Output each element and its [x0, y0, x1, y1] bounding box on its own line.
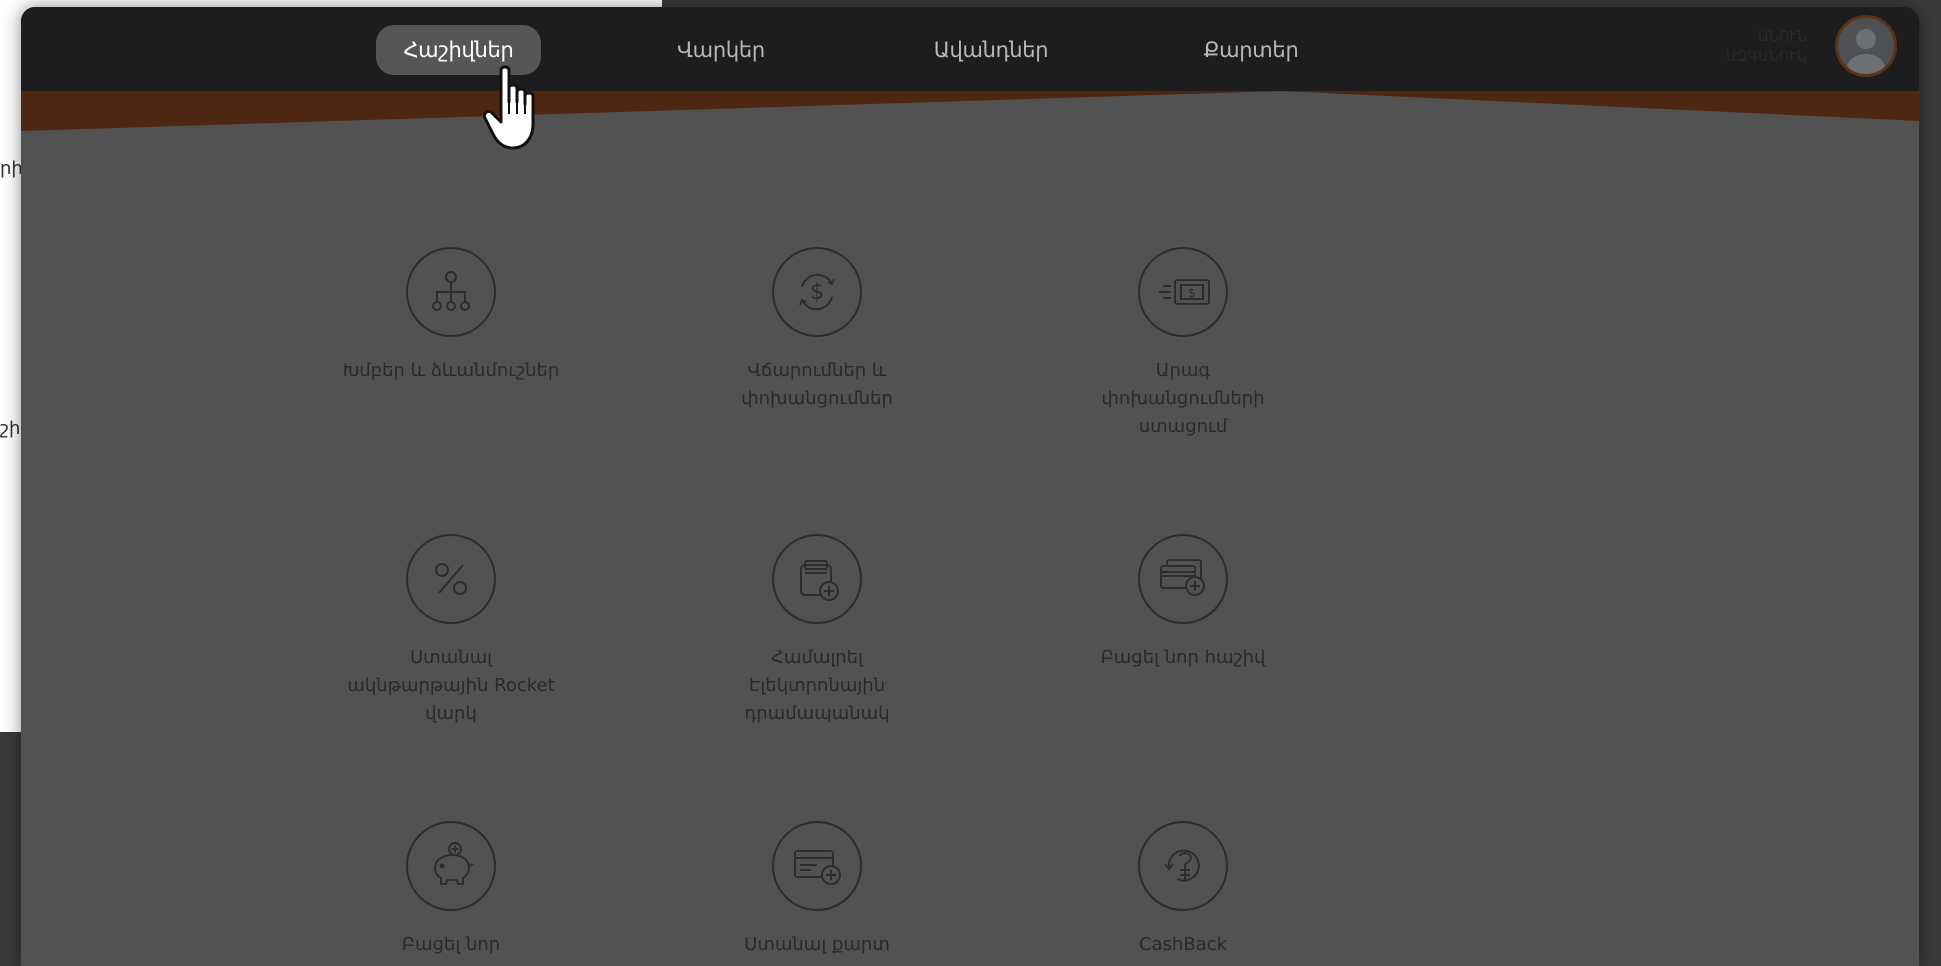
service-payments-transfers[interactable]: $ Վճարումներ և փոխանցումներ [677, 247, 957, 413]
fast-money-icon: $ [1138, 247, 1228, 337]
tab-cards[interactable]: Քարտեր [1171, 25, 1331, 75]
service-get-card[interactable]: Ստանալ քարտ [677, 821, 957, 959]
svg-text:$: $ [1188, 286, 1196, 300]
svg-text:$: $ [810, 280, 824, 305]
service-label: Ստանալ քարտ [744, 934, 890, 955]
service-label: CashBack [1138, 934, 1228, 955]
service-groups-templates[interactable]: Խմբեր և ձևանմուշներ [311, 247, 591, 385]
percent-icon [406, 534, 496, 624]
piggy-bank-icon [406, 821, 496, 911]
service-label: Բացել նոր [401, 934, 501, 955]
tab-loans[interactable]: Վարկեր [641, 25, 801, 75]
top-navigation-bar: Հաշիվներ Վարկեր Ավանդներ Քարտեր ԱՆՈՒՆ ԱԶ… [21, 7, 1919, 91]
hierarchy-icon [406, 247, 496, 337]
background-text-fragment: րի [0, 158, 23, 179]
service-label: Ստանալ ակնթարթային Rocket վարկ [347, 647, 555, 724]
service-open-account[interactable]: Բացել նոր հաշիվ [1043, 534, 1323, 672]
services-menu-panel: Հաշիվներ Վարկեր Ավանդներ Քարտեր ԱՆՈՒՆ ԱԶ… [21, 7, 1919, 966]
main-nav: Հաշիվներ Վարկեր Ավանդներ Քարտեր [21, 25, 1919, 75]
user-avatar-icon[interactable] [1835, 15, 1897, 77]
service-label: Խմբեր և ձևանմուշներ [342, 360, 560, 381]
card-add-icon [772, 821, 862, 911]
cashback-dram-icon [1138, 821, 1228, 911]
service-label: Բացել նոր հաշիվ [1100, 647, 1266, 668]
wallet-add-icon [772, 534, 862, 624]
cards-add-icon [1138, 534, 1228, 624]
dollar-exchange-icon: $ [772, 247, 862, 337]
service-rocket-loan[interactable]: Ստանալ ակնթարթային Rocket վարկ [311, 534, 591, 728]
user-first-name: ԱՆՈՒՆ [1758, 29, 1807, 45]
user-name[interactable]: ԱՆՈՒՆ ԱԶԳԱՆՈՒՆ [1687, 27, 1807, 67]
service-label: Համալրել Էլեկտրոնային դրամապանակ [744, 647, 890, 724]
service-cashback[interactable]: CashBack [1043, 821, 1323, 959]
service-label: Արագ փոխանցումների ստացում [1101, 360, 1265, 437]
tab-accounts[interactable]: Հաշիվներ [376, 25, 541, 75]
service-label: Վճարումներ և փոխանցումներ [741, 360, 893, 409]
brown-accent-banner [21, 91, 1919, 131]
user-last-name: ԱԶԳԱՆՈՒՆ [1726, 49, 1807, 65]
service-open-new[interactable]: Բացել նոր [311, 821, 591, 959]
tab-deposits[interactable]: Ավանդներ [901, 25, 1081, 75]
service-ewallet-topup[interactable]: Համալրել Էլեկտրոնային դրամապանակ [677, 534, 957, 728]
service-fast-transfers[interactable]: $ Արագ փոխանցումների ստացում [1043, 247, 1323, 441]
